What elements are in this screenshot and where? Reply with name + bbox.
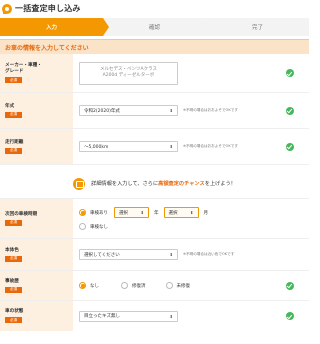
mileage-note: ※不明の場合はおおよそでOKです	[183, 144, 238, 148]
promo-banner: 詳細情報を入力して、さらに高額査定のチャンスを上げよう！	[0, 169, 309, 199]
maker-label-line2: グレード	[5, 69, 24, 74]
month-unit: 月	[203, 210, 209, 216]
select-arrows-icon: ⬍	[169, 144, 173, 149]
required-badge: 必須	[5, 255, 22, 262]
inspection-row: 次回の車検時期 必須 車検あり 選択 ⬍ 年 選択 ⬍ 月 車検なし	[0, 199, 309, 239]
inspection-year-select[interactable]: 選択 ⬍	[114, 207, 149, 218]
color-note: ※不明の場合は近い色でOKです	[183, 252, 235, 256]
condition-label: 車の状態	[5, 309, 24, 314]
step-input: 入力	[0, 18, 109, 36]
mileage-value: 〜5,000km	[84, 144, 109, 150]
year-check-icon	[286, 106, 294, 115]
radio-unchecked-icon	[121, 282, 128, 289]
promo-emphasis: 高額査定のチャンス	[158, 181, 205, 187]
brand-logo-icon	[2, 3, 12, 14]
mileage-label: 走行距離	[5, 139, 24, 145]
radio-checked-icon	[79, 282, 86, 289]
radio-unchecked-icon	[79, 223, 86, 230]
required-badge: 必須	[5, 111, 22, 118]
year-row: 年式 必須 令和2(2020)年式 ⬍ ※不明の場合はおおよそでOKです	[0, 93, 309, 129]
mileage-select[interactable]: 〜5,000km ⬍	[79, 141, 178, 152]
radio-checked-icon	[79, 209, 86, 216]
inspection-yes-radio[interactable]: 車検あり	[79, 209, 108, 216]
select-arrows-icon: ⬍	[190, 210, 194, 215]
accident-none-radio[interactable]: なし	[79, 282, 99, 289]
radio-unchecked-icon	[165, 282, 173, 289]
required-badge: 必須	[5, 317, 22, 323]
required-badge: 必須	[5, 286, 22, 293]
required-badge: 必須	[5, 77, 22, 83]
year-value: 令和2(2020)年式	[84, 108, 120, 114]
maker-check-icon	[286, 69, 294, 77]
select-arrows-icon: ⬍	[169, 252, 173, 257]
condition-select[interactable]: 目立ったキズ無し ⬍	[79, 310, 178, 322]
page-header: 一括査定申し込み	[0, 0, 309, 17]
maker-row: メーカー・車種・ グレード 必須 メルセデス・ベンツAクラス A200d ディー…	[0, 54, 309, 93]
color-row: 本体色 必須 選択してください ⬍ ※不明の場合は近い色でOKです	[0, 239, 309, 271]
inspection-month-select[interactable]: 選択 ⬍	[163, 207, 199, 218]
accident-unrepaired-radio[interactable]: 未修復	[165, 282, 190, 289]
section-title: お車の情報を入力してください	[0, 39, 309, 54]
color-select[interactable]: 選択してください ⬍	[79, 249, 178, 260]
required-badge: 必須	[5, 147, 22, 154]
year-note: ※不明の場合はおおよそでOKです	[183, 108, 238, 112]
year-label: 年式	[5, 103, 15, 109]
mileage-check-icon	[286, 142, 294, 151]
maker-value-line2: A200d ディーゼルターボ	[102, 73, 155, 78]
condition-value: 目立ったキズ無し	[84, 314, 120, 319]
mileage-row: 走行距離 必須 〜5,000km ⬍ ※不明の場合はおおよそでOKです	[0, 129, 309, 165]
select-arrows-icon: ⬍	[140, 210, 144, 215]
required-badge: 必須	[5, 219, 22, 226]
promo-suffix: を上げよう！	[204, 181, 236, 187]
year-select[interactable]: 令和2(2020)年式 ⬍	[79, 105, 178, 116]
page-title: 一括査定申し込み	[15, 4, 81, 13]
accident-repaired-radio[interactable]: 修復済	[121, 282, 146, 289]
condition-row: 車の状態 必須 目立ったキズ無し ⬍	[0, 301, 309, 331]
select-arrows-icon: ⬍	[169, 313, 173, 319]
detail-info-icon	[73, 177, 86, 190]
maker-model-field[interactable]: メルセデス・ベンツAクラス A200d ディーゼルターボ	[79, 61, 178, 85]
inspection-no-radio[interactable]: 車検なし	[79, 223, 108, 230]
select-arrows-icon: ⬍	[169, 108, 173, 113]
accident-check-icon	[286, 281, 294, 290]
year-unit: 年	[154, 210, 159, 216]
inspection-label: 次回の車検時期	[5, 211, 38, 217]
condition-check-icon	[286, 312, 294, 320]
step-complete: 完了	[206, 18, 309, 36]
color-value: 選択してください	[84, 252, 120, 258]
accident-label: 事故歴	[5, 278, 19, 284]
color-label: 本体色	[5, 247, 19, 253]
progress-steps: 入力 確認 完了	[0, 18, 309, 36]
promo-prefix: 詳細情報を入力して、さらに	[91, 181, 159, 187]
accident-row: 事故歴 必須 なし 修復済 未修復	[0, 271, 309, 301]
step-confirm: 確認	[103, 18, 212, 36]
